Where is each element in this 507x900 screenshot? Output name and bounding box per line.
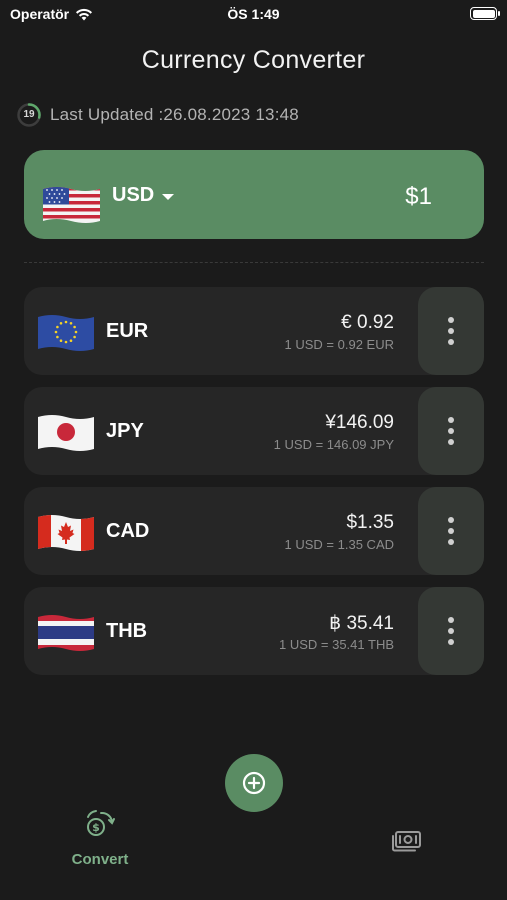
base-currency-card[interactable]: USD $1 [24, 150, 484, 239]
more-options-button[interactable] [418, 387, 484, 475]
timer-value: 19 [23, 109, 35, 120]
currency-row-cad[interactable]: CAD $1.35 1 USD = 1.35 CAD [24, 487, 484, 575]
exchange-rate: 1 USD = 35.41 THB [278, 637, 394, 652]
refresh-timer-icon[interactable]: 19 [16, 102, 42, 128]
currency-list: EUR € 0.92 1 USD = 0.92 EUR JPY ¥146.09 … [24, 287, 484, 687]
us-flag-icon [43, 187, 100, 223]
more-options-button[interactable] [418, 587, 484, 675]
more-options-button[interactable] [418, 487, 484, 575]
battery-icon [470, 7, 500, 20]
more-vertical-icon [448, 417, 454, 423]
page-title: Currency Converter [141, 46, 366, 74]
more-vertical-icon [448, 517, 454, 523]
currency-code: JPY [106, 420, 144, 442]
convert-icon: $ [87, 810, 115, 836]
svg-text:$: $ [92, 821, 100, 834]
canada-flag-icon [38, 515, 94, 551]
base-currency-selector[interactable]: USD [112, 184, 175, 207]
exchange-rate: 1 USD = 146.09 JPY [273, 437, 394, 452]
money-icon [392, 831, 421, 852]
plus-circle-icon [242, 771, 266, 795]
thailand-flag-icon [38, 615, 94, 651]
more-vertical-icon [448, 617, 454, 623]
currency-code: THB [106, 620, 148, 642]
currency-amount: ¥146.09 [325, 412, 394, 433]
tab-convert[interactable]: $ Convert [60, 808, 140, 868]
clock: ÖS 1:49 [227, 6, 280, 22]
currency-amount: € 0.92 [341, 312, 394, 333]
currency-row-thb[interactable]: THB ฿ 35.41 1 USD = 35.41 THB [24, 587, 484, 675]
exchange-rate: 1 USD = 0.92 EUR [284, 337, 394, 352]
divider [24, 262, 484, 263]
currency-amount: ฿ 35.41 [329, 613, 394, 634]
base-amount[interactable]: $1 [405, 183, 432, 211]
eu-flag-icon [38, 315, 94, 351]
base-currency-code: USD [112, 184, 155, 206]
status-bar: Operatör ÖS 1:49 [0, 0, 507, 28]
tab-rates[interactable] [390, 828, 426, 859]
currency-code: CAD [106, 520, 150, 542]
last-updated: 19 Last Updated :26.08.2023 13:48 [16, 102, 299, 128]
japan-flag-icon [38, 415, 94, 451]
currency-amount: $1.35 [346, 512, 394, 533]
currency-row-eur[interactable]: EUR € 0.92 1 USD = 0.92 EUR [24, 287, 484, 375]
more-vertical-icon [448, 317, 454, 323]
add-currency-button[interactable] [225, 754, 283, 812]
caret-down-icon [162, 193, 175, 200]
tab-label: Convert [71, 851, 129, 868]
exchange-rate: 1 USD = 1.35 CAD [284, 537, 394, 552]
more-options-button[interactable] [418, 287, 484, 375]
currency-code: EUR [106, 320, 149, 342]
last-updated-text: Last Updated :26.08.2023 13:48 [50, 105, 299, 124]
currency-row-jpy[interactable]: JPY ¥146.09 1 USD = 146.09 JPY [24, 387, 484, 475]
